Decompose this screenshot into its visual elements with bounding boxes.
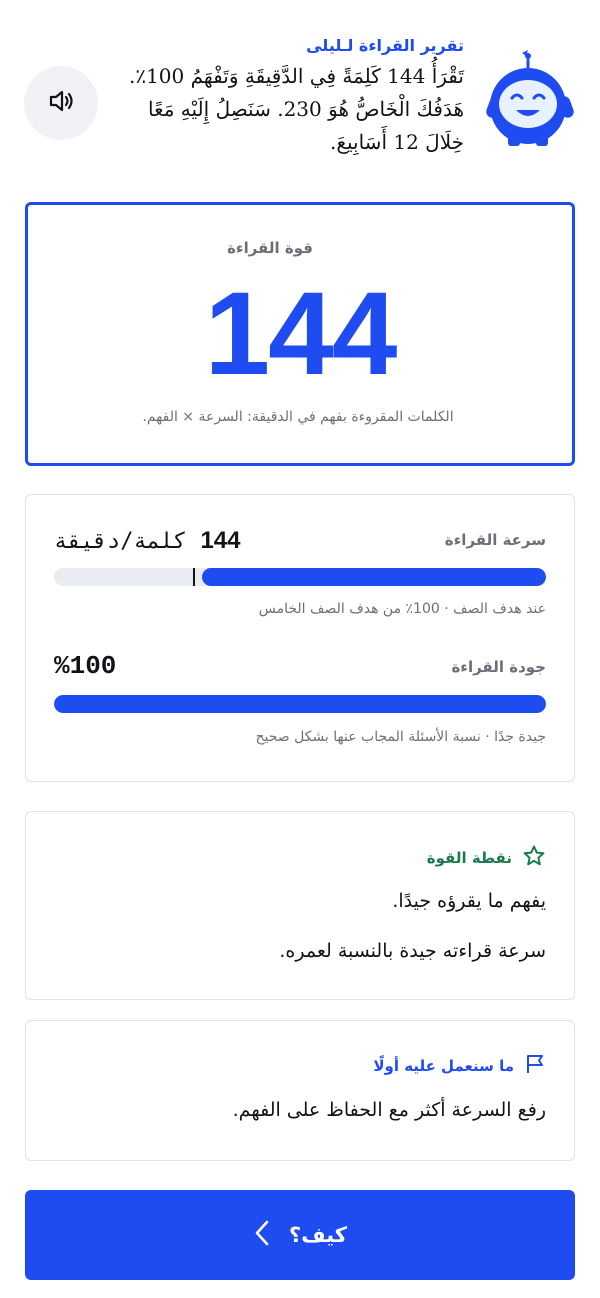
grade-target-marker [192,568,195,586]
speed-value: 144 كلمة/دقيقة [54,527,241,555]
reading-power-card: قوة القراءة 144 الكلمات المقروءة بفهم في… [25,202,575,466]
speed-progress-fill [201,568,546,586]
focus-title: ما سنعمل عليه أولًا [373,1057,514,1075]
star-icon [522,844,546,872]
quality-progress-bar [54,695,546,713]
reading-power-value: 144 [204,268,398,400]
focus-line: رفع السرعة أكثر مع الحفاظ على الفهم. [232,1099,546,1121]
focus-card: ما سنعمل عليه أولًا رفع السرعة أكثر مع ا… [25,1020,575,1161]
report-header: تقرير القراءة لـليلى تَقْرَأُ 144 كَلِمَ… [22,32,578,172]
header-text: تقرير القراءة لـليلى تَقْرَأُ 144 كَلِمَ… [124,32,464,159]
speed-number: 144 [200,527,241,554]
report-title: تقرير القراءة لـليلى [306,36,464,55]
speed-label: سرعة القراءة [444,531,546,549]
how-button[interactable]: كيف؟ [25,1190,575,1280]
focus-header: ما سنعمل عليه أولًا [373,1053,546,1079]
metrics-card: سرعة القراءة 144 كلمة/دقيقة عند هدف الصف … [25,494,575,782]
quality-note: جيدة جدًا · نسبة الأسئلة المجاب عنها بشك… [255,729,546,745]
speed-note: عند هدف الصف · 100٪ من هدف الصف الخامس [258,601,546,617]
reading-power-label: قوة القراءة [227,239,313,257]
reading-power-subtitle: الكلمات المقروءة بفهم في الدقيقة: السرعة… [142,409,454,425]
quality-progress-fill [54,695,546,713]
strength-line: سرعة قراءته جيدة بالنسبة لعمره. [279,940,546,962]
quality-percent: %100 [54,651,117,681]
quality-label: جودة القراءة [451,658,546,676]
message-line: هَدَفُكَ الْخَاصُّ هُوَ 230. سَنَصِلُ إِ… [147,97,464,121]
speaker-button[interactable] [24,66,98,140]
chevron-left-icon [253,1219,271,1251]
quality-value: %100 [54,651,116,681]
strength-header: نقطة القوة [427,844,546,872]
speed-progress-bar [54,568,546,586]
report-message: تَقْرَأُ 144 كَلِمَةً فِي الدَّقِيقَةِ و… [124,60,464,159]
strength-line: يفهم ما يقرؤه جيدًا. [392,890,546,912]
speaker-icon [47,87,75,119]
message-line: خِلَالَ 12 أَسَابِيعَ. [329,130,464,154]
how-button-label: كيف؟ [289,1223,347,1247]
flag-icon [524,1053,546,1079]
robot-mascot-icon [482,50,578,150]
speed-unit: كلمة/دقيقة [54,529,187,554]
strength-card: نقطة القوة يفهم ما يقرؤه جيدًا. سرعة قرا… [25,811,575,1000]
message-line: تَقْرَأُ 144 كَلِمَةً فِي الدَّقِيقَةِ و… [128,64,464,88]
strength-title: نقطة القوة [426,849,512,867]
